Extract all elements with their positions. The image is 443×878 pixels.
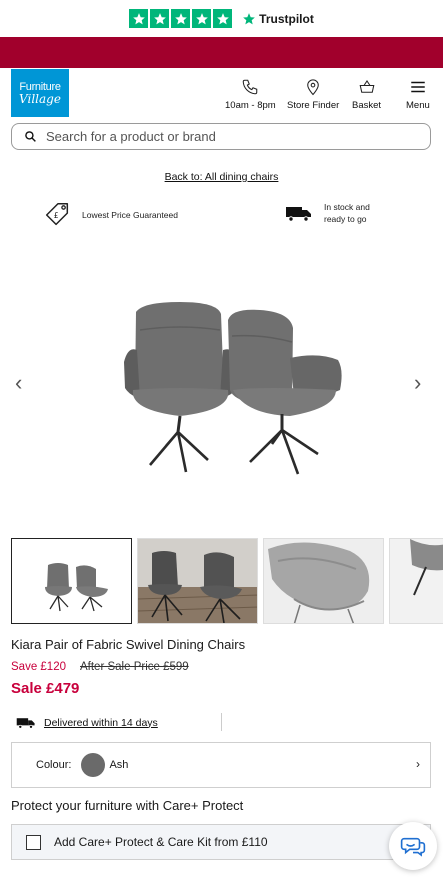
site-header: Furniture Village 10am - 8pm Store Finde… (0, 68, 443, 120)
delivery-truck-icon (16, 718, 35, 729)
logo-line1: Furniture (19, 80, 61, 93)
trustpilot-brand: Trustpilot (259, 11, 314, 26)
thumbnail-2[interactable] (137, 538, 258, 624)
store-finder-link[interactable]: Store Finder (287, 78, 339, 111)
trustpilot-star-icon (243, 12, 255, 24)
care-protect-checkbox[interactable] (26, 834, 41, 850)
star-icon (213, 9, 233, 28)
trustpilot-logo: Trustpilot (242, 12, 314, 26)
usp-in-stock-line2: ready to go (324, 214, 367, 225)
dining-chairs-illustration (124, 302, 342, 475)
menu-button[interactable]: Menu (406, 78, 430, 111)
colour-value: Ash (109, 759, 129, 771)
was-price: After Sale Price £599 (80, 661, 189, 673)
thumbnail-room-image (138, 539, 257, 623)
usp-in-stock-text: In stock and ready to go (324, 201, 370, 226)
star-icon (129, 9, 149, 28)
search-bar[interactable] (11, 123, 431, 150)
back-to-category-link[interactable]: Back to: All dining chairs (0, 171, 443, 183)
delivery-link[interactable]: Delivered within 14 days (44, 717, 158, 729)
trustpilot-stars (129, 9, 233, 28)
location-pin-icon (307, 79, 319, 96)
hamburger-menu-icon (411, 81, 425, 93)
divider (221, 713, 222, 731)
promo-banner[interactable] (0, 37, 443, 68)
nav-label-menu: Menu (406, 100, 430, 111)
thumbnail-strip (11, 538, 443, 624)
product-title: Kiara Pair of Fabric Swivel Dining Chair… (11, 637, 246, 652)
chat-bubble-icon (400, 837, 426, 857)
usp-in-stock: In stock and ready to go (285, 201, 370, 226)
basket-icon (359, 80, 374, 93)
thumbnail-fabric-closeup-image (268, 542, 370, 623)
colour-selector[interactable]: Colour: Ash › (11, 742, 431, 788)
chevron-right-icon: › (416, 757, 420, 771)
thumbnail-1[interactable] (11, 538, 132, 624)
star-icon (192, 9, 212, 28)
save-amount: Save £120 (11, 661, 66, 673)
thumbnail-leg-detail-image (410, 539, 443, 596)
product-main-image[interactable] (0, 250, 443, 520)
thumbnail-chairs-image (45, 563, 108, 612)
delivery-truck-icon (286, 207, 311, 223)
chair-right (228, 309, 342, 475)
colour-label: Colour: (36, 759, 72, 771)
price-tag-icon: £ (45, 203, 69, 226)
thumbnail-4[interactable] (389, 538, 443, 624)
sale-price: Sale £479 (11, 680, 80, 697)
usp-lowest-price-label: Lowest Price Guaranteed (82, 209, 178, 220)
thumbnail-3[interactable] (263, 538, 384, 624)
nav-label-hours: 10am - 8pm (225, 100, 276, 111)
search-icon (25, 131, 36, 142)
nav-label-basket: Basket (352, 100, 382, 111)
trustpilot-bar[interactable]: Trustpilot (0, 0, 443, 37)
care-protect-label: Add Care+ Protect & Care Kit from £110 (54, 835, 268, 849)
delivery-info: Delivered within 14 days (16, 716, 158, 729)
gallery-prev-arrow[interactable]: ‹ (15, 370, 22, 396)
colour-swatch (81, 753, 106, 777)
search-input[interactable] (46, 129, 406, 144)
gallery-next-arrow[interactable]: › (414, 370, 421, 396)
usp-lowest-price: £ Lowest Price Guaranteed (41, 200, 178, 230)
star-icon (171, 9, 191, 28)
care-protect-option[interactable]: Add Care+ Protect & Care Kit from £110 (11, 824, 431, 860)
furniture-village-logo[interactable]: Furniture Village (11, 69, 69, 117)
opening-hours-link[interactable]: 10am - 8pm (225, 78, 276, 111)
usp-in-stock-line1: In stock and (324, 202, 370, 212)
svg-text:£: £ (54, 211, 59, 220)
phone-icon (243, 79, 258, 95)
basket-link[interactable]: Basket (352, 78, 381, 111)
chat-button[interactable] (389, 822, 437, 870)
care-protect-heading: Protect your furniture with Care+ Protec… (11, 798, 244, 813)
star-icon (150, 9, 170, 28)
chair-left (124, 302, 238, 473)
logo-line2: Village (19, 91, 61, 106)
nav-label-store-finder: Store Finder (287, 100, 340, 111)
